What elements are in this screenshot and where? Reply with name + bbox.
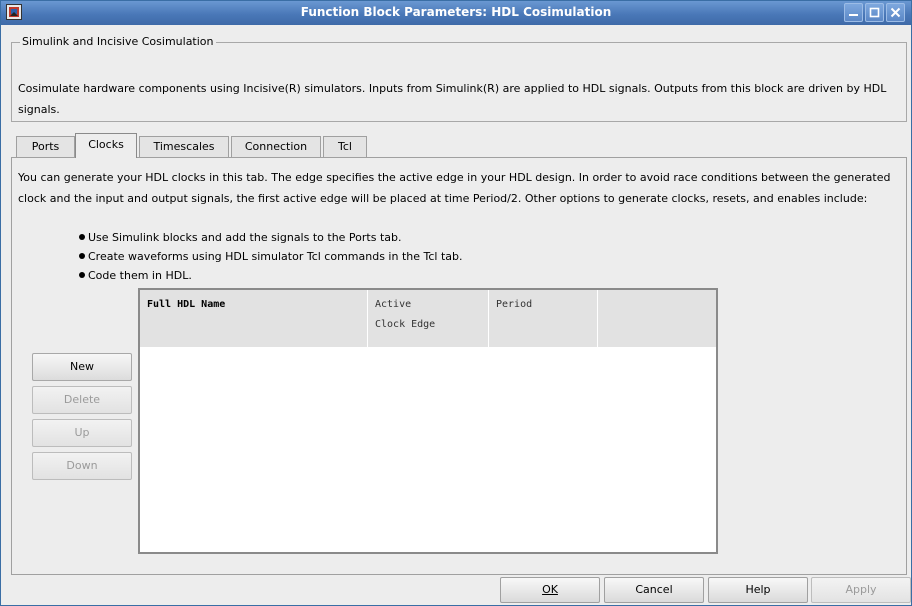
- clocks-table[interactable]: Full HDL Name Active Clock Edge Period: [138, 288, 718, 554]
- minimize-button[interactable]: [844, 3, 863, 22]
- ok-button[interactable]: OK: [500, 577, 600, 603]
- groupbox-legend: Simulink and Incisive Cosimulation: [20, 35, 216, 48]
- dialog-window: Function Block Parameters: HDL Cosimulat…: [0, 0, 912, 606]
- column-header-blank: [598, 290, 716, 347]
- bullet-icon: [79, 272, 85, 278]
- cosimulation-description: Cosimulate hardware components using Inc…: [18, 82, 887, 116]
- maximize-button[interactable]: [865, 3, 884, 22]
- help-button[interactable]: Help: [708, 577, 808, 603]
- delete-button[interactable]: Delete: [32, 386, 132, 414]
- up-button[interactable]: Up: [32, 419, 132, 447]
- list-item: Code them in HDL.: [79, 266, 462, 285]
- down-button[interactable]: Down: [32, 452, 132, 480]
- tab-tcl[interactable]: Tcl: [323, 136, 367, 157]
- new-button[interactable]: New: [32, 353, 132, 381]
- column-header-active-clock-edge[interactable]: Active Clock Edge: [368, 290, 489, 347]
- bullet-icon: [79, 253, 85, 259]
- minimize-icon: [849, 14, 858, 16]
- tab-connection[interactable]: Connection: [231, 136, 321, 157]
- maximize-icon: [869, 7, 880, 18]
- tab-clocks[interactable]: Clocks: [75, 133, 137, 158]
- table-header: Full HDL Name Active Clock Edge Period: [140, 290, 716, 347]
- column-header-full-hdl-name[interactable]: Full HDL Name: [140, 290, 368, 347]
- options-list: Use Simulink blocks and add the signals …: [79, 228, 462, 285]
- close-icon: [890, 7, 901, 18]
- column-header-period[interactable]: Period: [489, 290, 598, 347]
- tab-ports[interactable]: Ports: [16, 136, 75, 157]
- list-item: Use Simulink blocks and add the signals …: [79, 228, 462, 247]
- cancel-button[interactable]: Cancel: [604, 577, 704, 603]
- tab-timescales[interactable]: Timescales: [139, 136, 229, 157]
- bullet-icon: [79, 234, 85, 240]
- close-button[interactable]: [886, 3, 905, 22]
- title-bar[interactable]: Function Block Parameters: HDL Cosimulat…: [1, 1, 911, 25]
- list-item: Create waveforms using HDL simulator Tcl…: [79, 247, 462, 266]
- window-title: Function Block Parameters: HDL Cosimulat…: [300, 5, 612, 19]
- clocks-intro-text: You can generate your HDL clocks in this…: [18, 171, 891, 205]
- apply-button[interactable]: Apply: [811, 577, 911, 603]
